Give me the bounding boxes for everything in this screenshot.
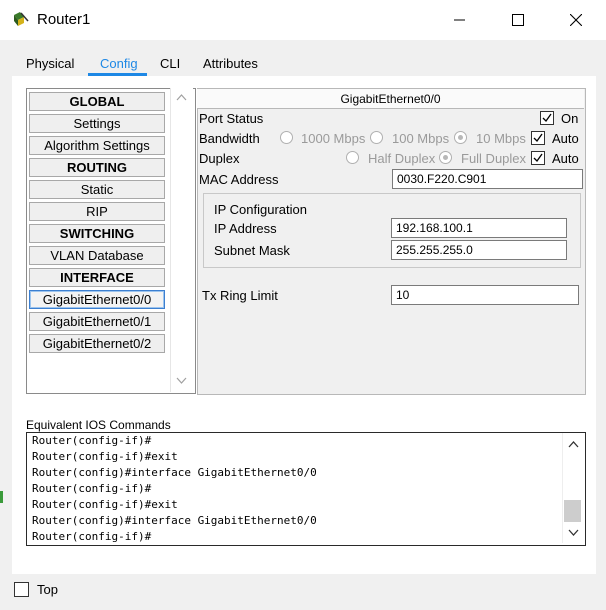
- ip-configuration-title: IP Configuration: [214, 202, 307, 217]
- router-app-icon: [14, 12, 29, 26]
- tab-cli[interactable]: CLI: [160, 56, 180, 71]
- ios-commands-label: Equivalent IOS Commands: [26, 418, 171, 432]
- port-status-on-label: On: [561, 111, 579, 126]
- duplex-full-radio[interactable]: [439, 151, 452, 164]
- minimize-icon: [454, 19, 465, 21]
- ios-commands-console[interactable]: Router(config-if)# Router(config-if)#exi…: [26, 432, 586, 546]
- tab-physical[interactable]: Physical: [26, 56, 74, 71]
- ip-address-label: IP Address: [214, 221, 277, 236]
- nav-item-gigabitethernet0-1[interactable]: GigabitEthernet0/1: [29, 312, 165, 331]
- ios-line: Router(config-if)#: [32, 530, 152, 543]
- ios-line: Router(config-if)#: [32, 482, 152, 495]
- duplex-half-label: Half Duplex: [368, 151, 436, 166]
- nav-header-interface: INTERFACE: [29, 268, 165, 287]
- scroll-down-icon[interactable]: [176, 377, 187, 384]
- background-edge-mark: [0, 491, 3, 503]
- ip-address-field[interactable]: 192.168.100.1: [391, 218, 567, 238]
- maximize-icon: [512, 14, 524, 26]
- port-status-on-checkbox[interactable]: [540, 111, 554, 125]
- ios-line: Router(config-if)#: [32, 434, 152, 447]
- minimize-button[interactable]: [437, 0, 483, 40]
- port-status-label: Port Status: [199, 111, 264, 126]
- maximize-button[interactable]: [495, 0, 541, 40]
- tx-ring-limit-label: Tx Ring Limit: [202, 288, 278, 303]
- tx-ring-limit-field[interactable]: 10: [391, 285, 579, 305]
- duplex-auto-label: Auto: [552, 151, 579, 166]
- nav-item-algorithm-settings[interactable]: Algorithm Settings: [29, 136, 165, 155]
- mac-address-field[interactable]: 0030.F220.C901: [392, 169, 583, 189]
- tab-config[interactable]: Config: [100, 56, 138, 71]
- ios-scrollbar[interactable]: [562, 433, 584, 543]
- duplex-auto-checkbox[interactable]: [531, 151, 545, 165]
- bandwidth-100-label: 100 Mbps: [392, 131, 450, 146]
- nav-item-vlan-database[interactable]: VLAN Database: [29, 246, 165, 265]
- close-icon: [570, 14, 582, 26]
- bandwidth-100-radio[interactable]: [370, 131, 383, 144]
- bandwidth-auto-checkbox[interactable]: [531, 131, 545, 145]
- duplex-label: Duplex: [199, 151, 240, 166]
- close-button[interactable]: [553, 0, 599, 40]
- nav-header-routing: ROUTING: [29, 158, 165, 177]
- checkmark-icon: [533, 153, 543, 163]
- top-checkbox[interactable]: [14, 582, 29, 597]
- title-bar: Router1: [0, 0, 606, 40]
- scroll-down-icon[interactable]: [568, 529, 579, 536]
- nav-item-settings[interactable]: Settings: [29, 114, 165, 133]
- nav-header-global: GLOBAL: [29, 92, 165, 111]
- interface-title: GigabitEthernet0/0: [197, 89, 584, 109]
- mac-address-label: MAC Address: [199, 172, 279, 187]
- bandwidth-auto-label: Auto: [552, 131, 579, 146]
- nav-scrollbar[interactable]: [170, 88, 193, 392]
- duplex-half-radio[interactable]: [346, 151, 359, 164]
- bandwidth-10-label: 10 Mbps: [476, 131, 526, 146]
- nav-item-static[interactable]: Static: [29, 180, 165, 199]
- nav-item-rip[interactable]: RIP: [29, 202, 165, 221]
- nav-item-gigabitethernet0-2[interactable]: GigabitEthernet0/2: [29, 334, 165, 353]
- ios-line: Router(config)#interface GigabitEthernet…: [32, 466, 317, 479]
- tab-bar: Physical Config CLI Attributes: [0, 40, 606, 76]
- nav-item-gigabitethernet0-0[interactable]: GigabitEthernet0/0: [29, 290, 165, 309]
- tab-attributes[interactable]: Attributes: [203, 56, 258, 71]
- subnet-mask-label: Subnet Mask: [214, 243, 290, 258]
- bandwidth-10-radio[interactable]: [454, 131, 467, 144]
- ios-line: Router(config)#interface GigabitEthernet…: [32, 514, 317, 527]
- window-title: Router1: [37, 11, 91, 28]
- checkmark-icon: [533, 133, 543, 143]
- top-checkbox-label: Top: [37, 582, 58, 597]
- bandwidth-1000-label: 1000 Mbps: [301, 131, 366, 146]
- checkmark-icon: [542, 113, 552, 123]
- duplex-full-label: Full Duplex: [461, 151, 527, 166]
- subnet-mask-field[interactable]: 255.255.255.0: [391, 240, 567, 260]
- nav-header-switching: SWITCHING: [29, 224, 165, 243]
- ios-scroll-thumb[interactable]: [564, 500, 581, 522]
- ios-line: Router(config-if)#exit: [32, 498, 178, 511]
- scroll-up-icon[interactable]: [568, 441, 579, 448]
- bandwidth-label: Bandwidth: [199, 131, 260, 146]
- bandwidth-1000-radio[interactable]: [280, 131, 293, 144]
- ios-line: Router(config-if)#exit: [32, 450, 178, 463]
- scroll-up-icon[interactable]: [176, 94, 187, 101]
